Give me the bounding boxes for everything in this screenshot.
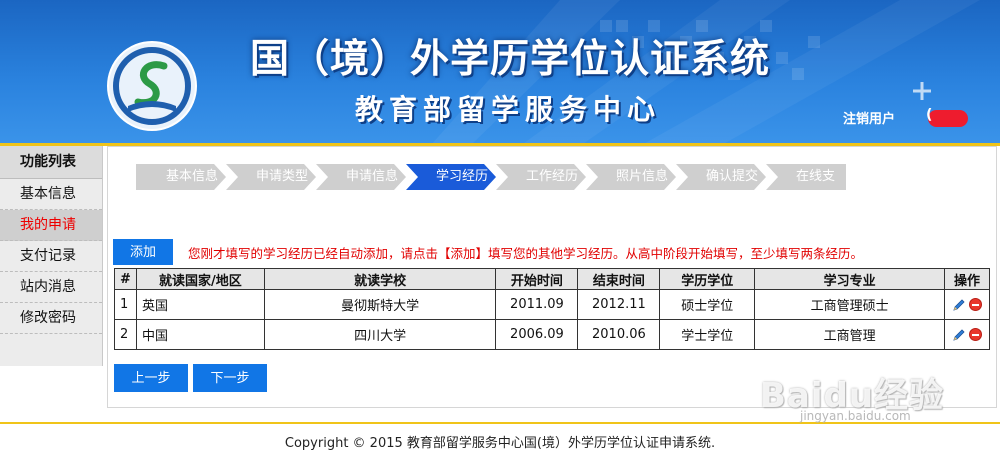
cell-actions [943,289,991,320]
step-confirm-submit[interactable]: 确认提交 [676,164,766,190]
cell-country: 中国 [135,319,265,350]
user-name-redacted [928,110,968,127]
row-actions [948,328,986,342]
table-header-row: # 就读国家/地区 就读学校 开始时间 结束时间 学历学位 学习专业 操作 [114,268,991,290]
cell-end: 2010.06 [577,319,661,350]
col-header-num: # [114,268,137,290]
sidebar-item-messages[interactable]: 站内消息 [0,272,102,303]
col-header-school: 就读学校 [263,268,497,290]
step-online-payment[interactable]: 在线支付 [766,164,846,190]
cell-country: 英国 [135,289,265,320]
sidebar-item-change-password[interactable]: 修改密码 [0,303,102,334]
system-subtitle: 教育部留学服务中心 [355,93,662,126]
footer-copyright: Copyright © 2015 教育部留学服务中心国(境）外学历学位认证申请系… [284,436,716,451]
table-row: 1 英国 曼彻斯特大学 2011.09 2012.11 硕士学位 工商管理硕士 [114,289,991,320]
cell-major: 工商管理 [754,319,945,350]
col-header-actions: 操作 [943,268,991,290]
edit-pencil-icon[interactable] [952,298,966,312]
sidebar-item-my-application[interactable]: 我的申请 [0,210,102,241]
step-education-history[interactable]: 学习经历 [406,164,496,190]
step-application-info[interactable]: 申请信息 [316,164,406,190]
cell-start: 2011.09 [495,289,579,320]
cell-school: 曼彻斯特大学 [263,289,497,320]
sidebar-item-payment-records[interactable]: 支付记录 [0,241,102,272]
cell-degree: 硕士学位 [659,289,756,320]
cell-major: 工商管理硕士 [754,289,945,320]
notice-text: 您刚才填写的学习经历已经自动添加，请点击【添加】填写您的其他学习经历。从高中阶段… [188,246,864,261]
step-basic-info[interactable]: 基本信息 [136,164,226,190]
col-header-start: 开始时间 [495,268,579,290]
sidebar: 功能列表 基本信息 我的申请 支付记录 站内消息 修改密码 [0,146,103,366]
cell-start: 2006.09 [495,319,579,350]
delete-icon[interactable] [968,328,982,341]
col-header-country: 就读国家/地区 [135,268,265,290]
cell-num: 1 [114,289,137,320]
system-title: 国（境）外学历学位认证系统 [250,36,771,82]
next-step-button[interactable]: 下一步 [193,364,267,392]
center-logo-icon [107,41,197,131]
edit-pencil-icon[interactable] [952,328,966,342]
page: 国（境）外学历学位认证系统 教育部留学服务中心 注销用户 ( 功能列表 基本信息… [0,0,1000,468]
step-progress-bar: 基本信息 申请类型 申请信息 学习经历 工作经历 照片信息 确认提交 在线支付 [136,164,846,190]
sidebar-item-basic-info[interactable]: 基本信息 [0,179,102,210]
cell-end: 2012.11 [577,289,661,320]
table-row: 2 中国 四川大学 2006.09 2010.06 学士学位 工商管理 [114,319,991,350]
cell-degree: 学士学位 [659,319,756,350]
delete-icon[interactable] [968,298,982,311]
baidu-watermark-url: jingyan.baidu.com [800,409,911,423]
step-application-type[interactable]: 申请类型 [226,164,316,190]
cell-school: 四川大学 [263,319,497,350]
sidebar-title: 功能列表 [0,146,102,179]
col-header-end: 结束时间 [577,268,661,290]
col-header-degree: 学历学位 [659,268,756,290]
row-actions [948,298,986,312]
cell-actions [943,319,991,350]
user-paren: ( [926,107,933,123]
education-table: # 就读国家/地区 就读学校 开始时间 结束时间 学历学位 学习专业 操作 1 … [114,268,991,350]
site-header: 国（境）外学历学位认证系统 教育部留学服务中心 注销用户 ( [0,0,1000,146]
step-photo-info[interactable]: 照片信息 [586,164,676,190]
step-work-history[interactable]: 工作经历 [496,164,586,190]
cell-num: 2 [114,319,137,350]
add-button[interactable]: 添加 [113,239,173,265]
col-header-major: 学习专业 [754,268,945,290]
logout-link[interactable]: 注销用户 [843,108,895,127]
previous-step-button[interactable]: 上一步 [114,364,188,392]
